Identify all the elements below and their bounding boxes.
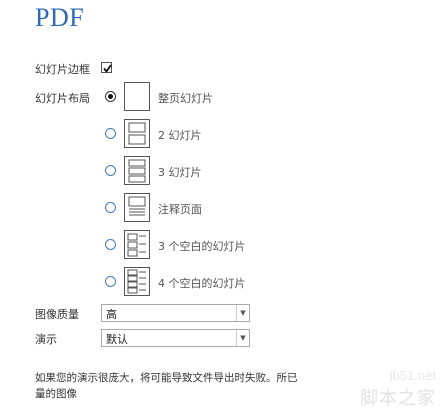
image-quality-select[interactable]: 高 ▼ [101, 304, 250, 322]
layout-radio-two-slides[interactable] [105, 128, 116, 139]
chevron-down-icon[interactable]: ▼ [236, 330, 249, 346]
watermark-name: 脚本之家 [360, 388, 436, 409]
notes-page-icon [124, 193, 150, 222]
layout-radio-notes-page[interactable] [105, 202, 116, 213]
two-slides-icon [124, 119, 150, 148]
presentation-select[interactable]: 默认 ▼ [101, 329, 250, 347]
layout-option-label: 2 幻灯片 [158, 129, 202, 142]
page-title: PDF [35, 3, 85, 32]
layout-radio-four-blank-slides[interactable] [105, 276, 116, 287]
slide-layout-label: 幻灯片布局 [35, 92, 90, 105]
watermark-site: jb51.net [389, 368, 436, 383]
note-text-line2: 量的图像 [35, 388, 77, 400]
note-text-line1: 如果您的演示很庞大，将可能导致文件导出时失败。所已 [35, 372, 298, 384]
full-slide-icon [124, 82, 150, 111]
slide-border-checkbox[interactable] [101, 62, 112, 73]
presentation-label: 演示 [35, 333, 57, 346]
layout-option-label: 整页幻灯片 [158, 92, 213, 105]
three-blank-slides-icon [124, 230, 150, 259]
layout-radio-full-slide[interactable] [105, 91, 116, 102]
layout-option-label: 3 个空白的幻灯片 [158, 240, 246, 253]
layout-radio-three-blank-slides[interactable] [105, 239, 116, 250]
image-quality-value: 高 [106, 308, 117, 321]
presentation-value: 默认 [106, 333, 128, 346]
three-slides-icon [124, 156, 150, 185]
image-quality-label: 图像质量 [35, 308, 79, 321]
slide-border-label: 幻灯片边框 [35, 63, 90, 76]
layout-radio-three-slides[interactable] [105, 165, 116, 176]
four-blank-slides-icon [124, 267, 150, 296]
layout-option-label: 注释页面 [158, 203, 202, 216]
checkmark-icon [103, 64, 112, 73]
layout-option-label: 3 幻灯片 [158, 166, 202, 179]
chevron-down-icon[interactable]: ▼ [236, 305, 249, 321]
layout-option-label: 4 个空白的幻灯片 [158, 277, 246, 290]
